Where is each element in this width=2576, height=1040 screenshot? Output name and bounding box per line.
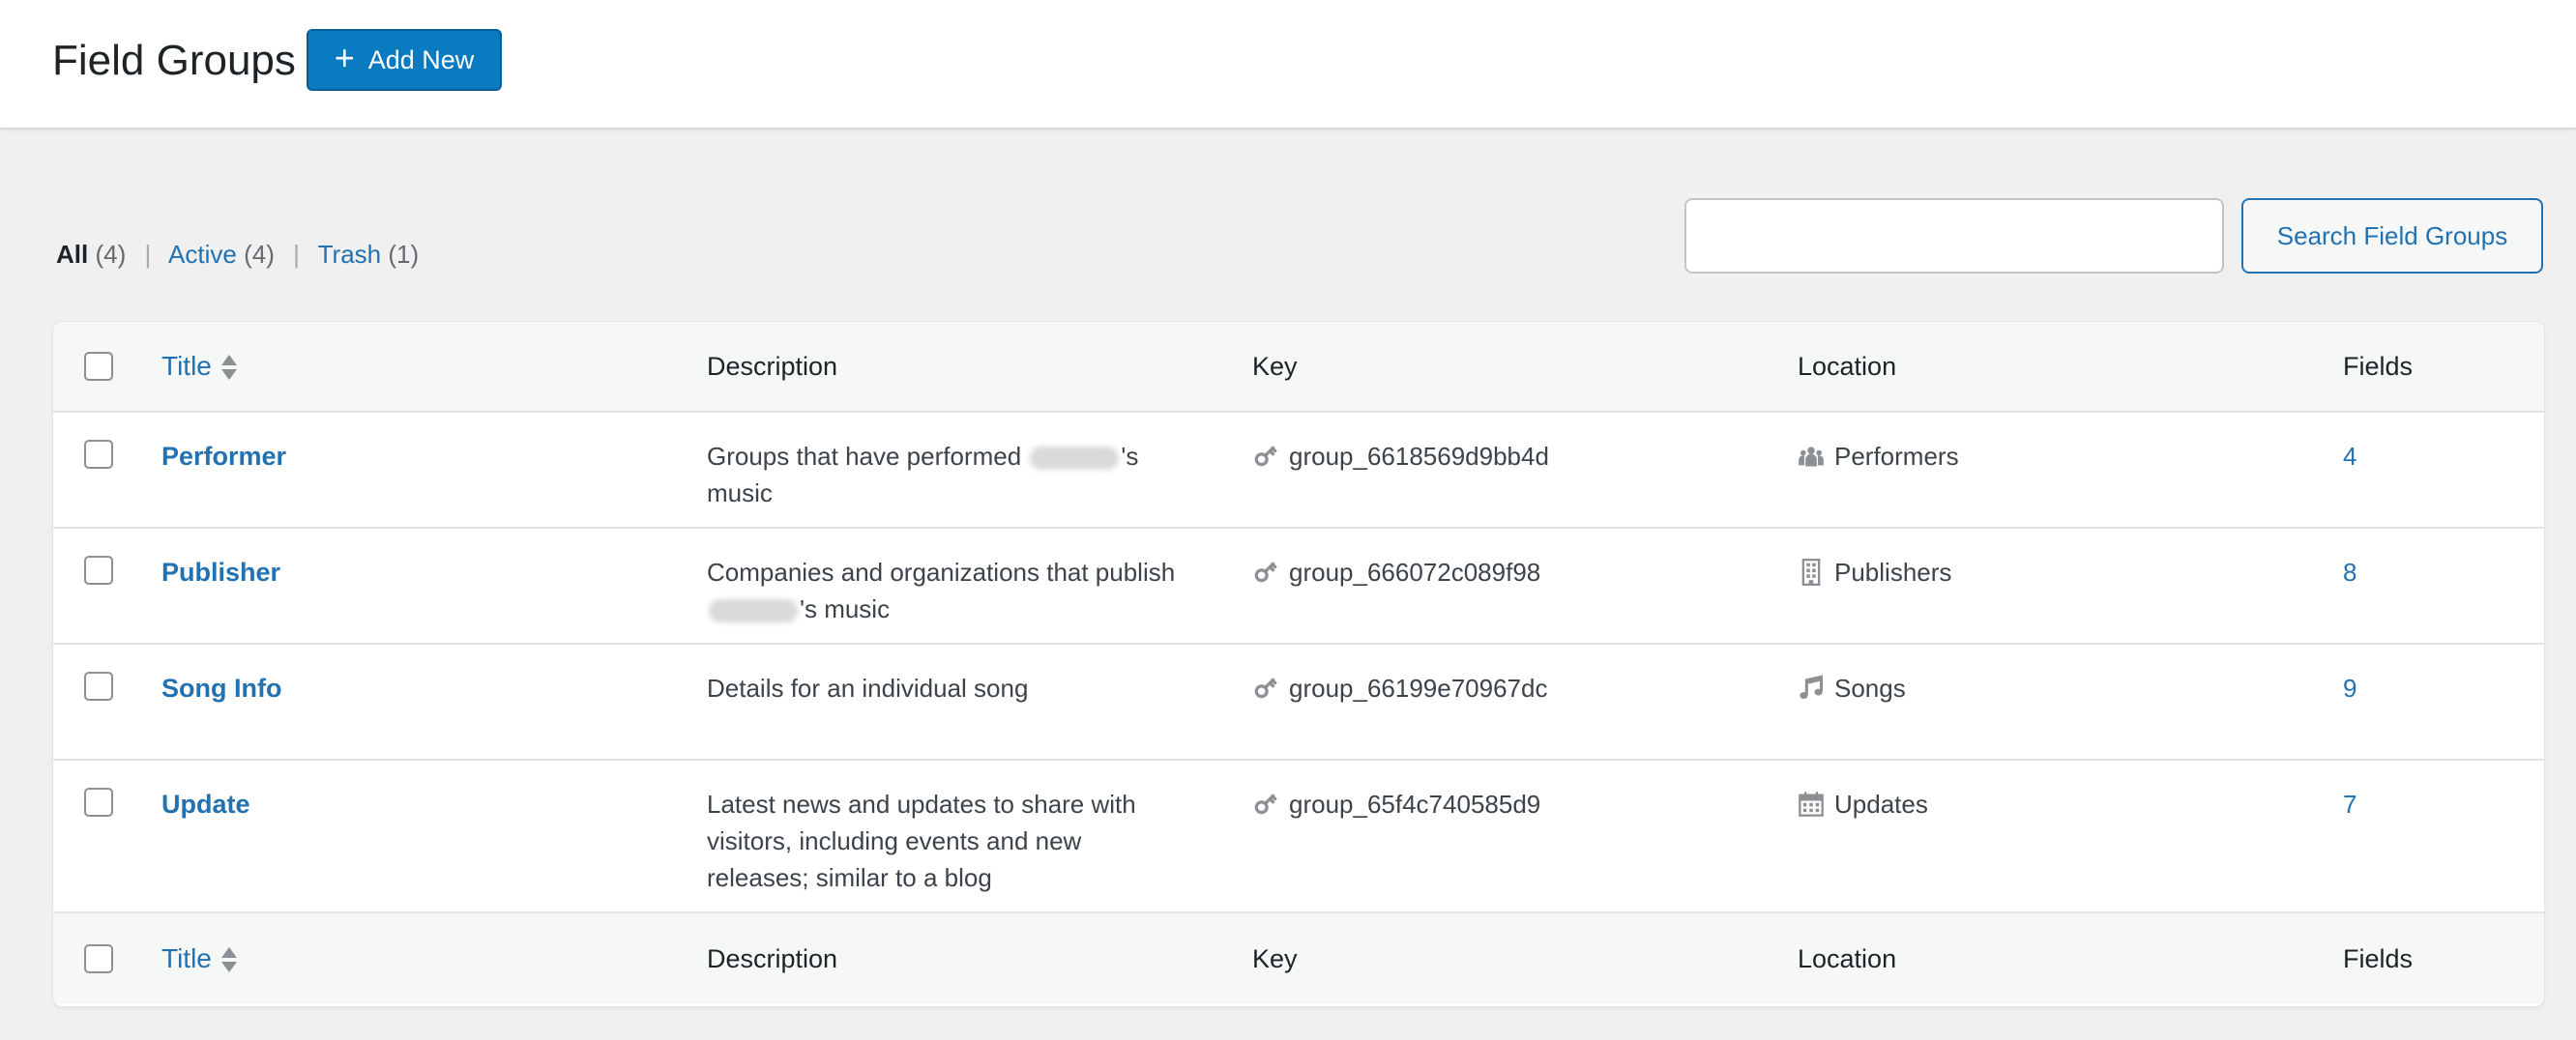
row-description: Groups that have performed 's music (707, 438, 1190, 511)
add-new-button[interactable]: + Add New (307, 29, 502, 91)
search-input[interactable] (1684, 198, 2224, 274)
row-checkbox[interactable] (84, 440, 113, 469)
description-text: Latest news and updates to share with vi… (707, 790, 1136, 892)
key-icon (1252, 675, 1279, 702)
row-location: Updates (1834, 790, 1928, 819)
row-location: Publishers (1834, 558, 1952, 587)
row-checkbox[interactable] (84, 672, 113, 701)
column-key: Key (1252, 322, 1798, 413)
row-key: group_65f4c740585d9 (1289, 790, 1541, 819)
row-key: group_6618569d9bb4d (1289, 442, 1549, 471)
calendar-icon (1798, 791, 1825, 818)
filter-separator: | (293, 240, 300, 269)
filter-separator: | (144, 240, 152, 269)
page-header: Field Groups + Add New (0, 0, 2576, 130)
table-row: Song Info Details for an individual song… (53, 644, 2544, 760)
description-text: 's music (800, 594, 891, 623)
row-description: Companies and organizations that publish… (707, 554, 1190, 627)
filter-trash-count: (1) (388, 240, 420, 269)
select-all-checkbox[interactable] (84, 352, 113, 381)
description-text: Companies and organizations that publish (707, 558, 1176, 587)
row-checkbox[interactable] (84, 556, 113, 585)
table-footer-row: Title Description Key Location Fields (53, 911, 2544, 1004)
page-title: Field Groups (52, 37, 296, 84)
row-key: group_666072c089f98 (1289, 558, 1541, 587)
column-location: Location (1798, 322, 2343, 413)
table-header-row: Title Description Key Location Fields (53, 322, 2544, 413)
search-field-groups-button[interactable]: Search Field Groups (2241, 198, 2543, 274)
row-location: Songs (1834, 674, 1906, 703)
music-note-icon (1798, 675, 1825, 702)
select-all-checkbox-footer[interactable] (84, 944, 113, 973)
row-title-link[interactable]: Performer (161, 442, 286, 471)
sort-arrows-icon[interactable] (220, 353, 237, 382)
filter-active[interactable]: Active (168, 240, 237, 269)
row-description: Latest news and updates to share with vi… (707, 786, 1190, 896)
key-icon (1252, 791, 1279, 818)
filter-all[interactable]: All (56, 240, 88, 269)
row-title-link[interactable]: Publisher (161, 558, 280, 587)
column-description-footer: Description (707, 911, 1252, 1004)
column-key-footer: Key (1252, 911, 1798, 1004)
row-fields-count[interactable]: 9 (2343, 674, 2356, 703)
column-fields: Fields (2343, 322, 2544, 413)
redacted-name (1030, 447, 1120, 471)
key-icon (1252, 443, 1279, 470)
add-new-label: Add New (367, 44, 475, 74)
row-checkbox[interactable] (84, 788, 113, 817)
description-text: Details for an individual song (707, 674, 1029, 703)
column-description: Description (707, 322, 1252, 413)
status-filters: All (4) | Active (4) | Trash (1) (56, 240, 419, 270)
field-groups-table: Title Description Key Location Fields Pe… (52, 321, 2545, 1007)
filter-trash[interactable]: Trash (318, 240, 382, 269)
column-title-sort-footer[interactable]: Title (161, 943, 212, 973)
filter-active-count: (4) (244, 240, 275, 269)
plus-icon: + (334, 38, 355, 77)
row-fields-count[interactable]: 7 (2343, 790, 2356, 819)
description-text: Groups that have performed (707, 442, 1029, 471)
row-title-link[interactable]: Update (161, 790, 250, 819)
row-fields-count[interactable]: 8 (2343, 558, 2356, 587)
column-title-sort[interactable]: Title (161, 351, 212, 381)
key-icon (1252, 559, 1279, 586)
table-row: Update Latest news and updates to share … (53, 760, 2544, 912)
column-location-footer: Location (1798, 911, 2343, 1004)
groups-icon (1798, 443, 1825, 470)
row-description: Details for an individual song (707, 670, 1190, 707)
row-key: group_66199e70967dc (1289, 674, 1548, 703)
table-row: Publisher Companies and organizations th… (53, 528, 2544, 644)
table-row: Performer Groups that have performed 's … (53, 412, 2544, 528)
column-fields-footer: Fields (2343, 911, 2544, 1004)
redacted-name (709, 599, 798, 623)
row-fields-count[interactable]: 4 (2343, 442, 2356, 471)
building-icon (1798, 559, 1825, 586)
sort-arrows-icon[interactable] (220, 945, 237, 974)
row-title-link[interactable]: Song Info (161, 674, 281, 703)
filter-all-count: (4) (95, 240, 127, 269)
row-location: Performers (1834, 442, 1959, 471)
